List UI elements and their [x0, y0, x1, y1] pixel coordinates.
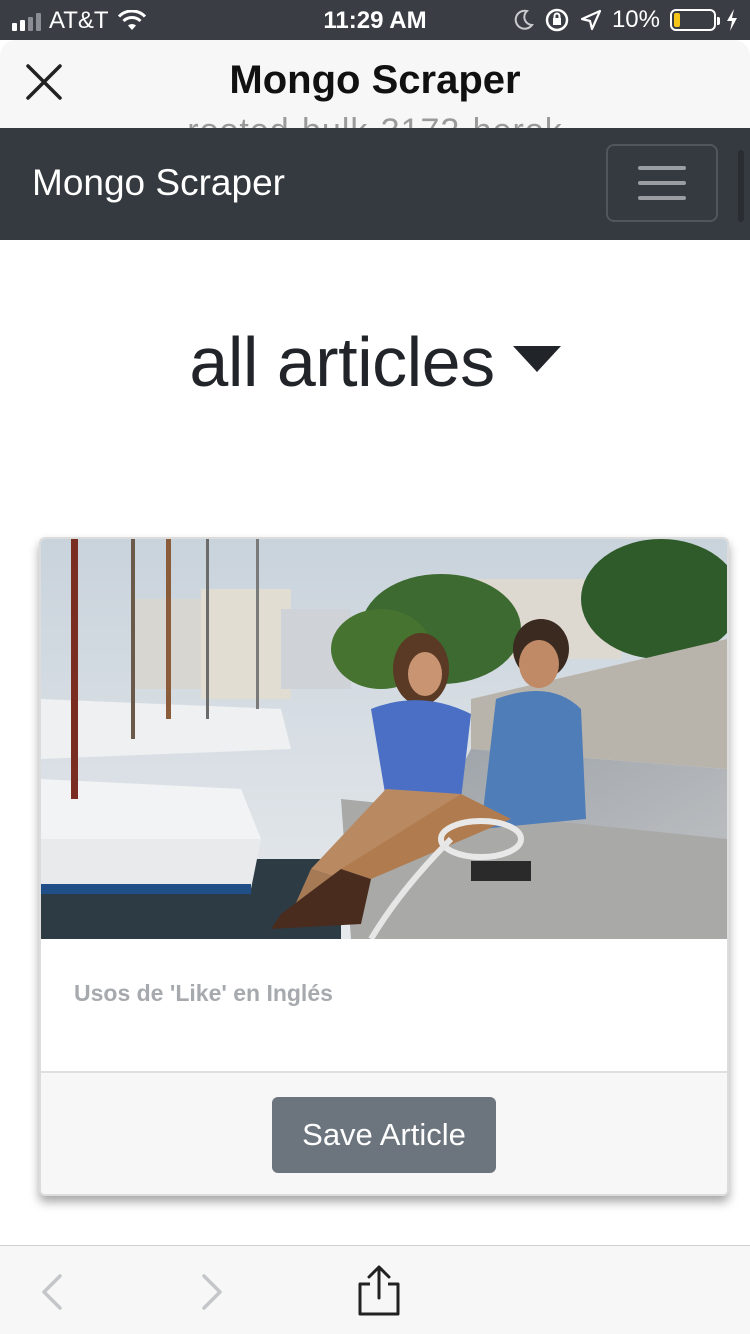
rotation-lock-icon: [545, 8, 569, 32]
navbar: Mongo Scraper: [0, 128, 750, 240]
hamburger-menu-button[interactable]: [606, 144, 718, 222]
navbar-brand[interactable]: Mongo Scraper: [32, 162, 285, 204]
battery-percent: 10%: [611, 6, 660, 33]
scrollbar-thumb[interactable]: [738, 150, 744, 222]
status-right: 10%: [514, 6, 738, 34]
article-image[interactable]: [41, 539, 727, 939]
article-title[interactable]: Usos de 'Like' en Inglés: [74, 980, 333, 1007]
location-arrow-icon: [580, 9, 602, 31]
browser-page-title: Mongo Scraper: [229, 58, 521, 102]
save-article-button[interactable]: Save Article: [272, 1097, 496, 1173]
browser-toolbar: [0, 1245, 750, 1334]
charging-bolt-icon: [727, 9, 737, 31]
browser-sheet-header: Mongo Scraper …rooted-bulk-3172-herok…: [0, 40, 750, 128]
status-bar: AT&T 11:29 AM 10%: [0, 0, 750, 40]
browser-url-peek: …rooted-bulk-3172-herok…: [0, 112, 750, 128]
card-footer: Save Article: [41, 1071, 727, 1194]
chevron-right-icon[interactable]: [198, 1270, 226, 1314]
battery-icon: [670, 9, 720, 31]
share-icon[interactable]: [356, 1264, 402, 1318]
chevron-left-icon[interactable]: [38, 1270, 66, 1314]
article-card: Usos de 'Like' en Inglés Save Article: [39, 537, 729, 1196]
hamburger-icon: [638, 166, 686, 170]
moon-icon: [514, 9, 534, 30]
caret-down-icon: [512, 346, 561, 372]
page-heading: all articles: [189, 323, 495, 401]
articles-filter-dropdown[interactable]: all articles: [0, 322, 750, 402]
